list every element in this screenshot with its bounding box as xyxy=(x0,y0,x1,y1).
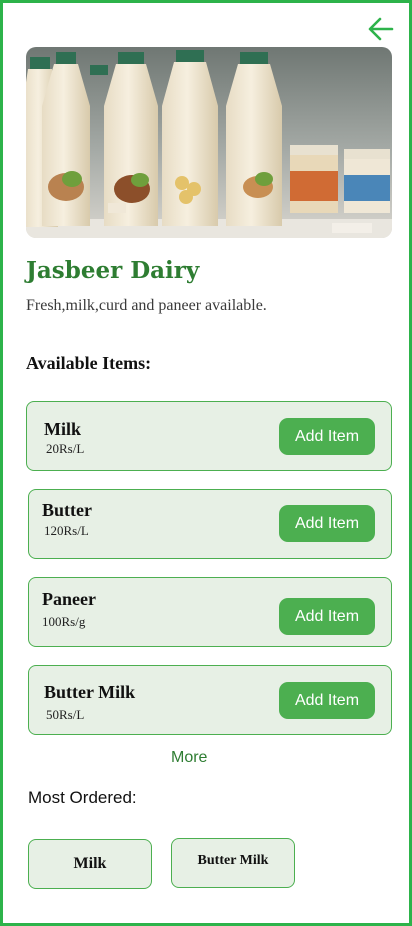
item-card-butter-milk: Butter Milk 50Rs/L Add Item xyxy=(28,665,392,735)
arrow-left-icon xyxy=(368,17,394,41)
shop-name: Jasbeer Dairy xyxy=(26,257,200,284)
more-link[interactable]: More xyxy=(171,749,207,767)
add-item-button[interactable]: Add Item xyxy=(279,418,375,455)
item-name: Butter Milk xyxy=(44,682,136,702)
item-card-milk: Milk 20Rs/L Add Item xyxy=(26,401,392,471)
most-ordered-chip-butter-milk[interactable]: Butter Milk xyxy=(171,838,295,888)
shop-hero-image xyxy=(26,47,392,238)
add-item-button[interactable]: Add Item xyxy=(279,505,375,542)
add-item-button[interactable]: Add Item xyxy=(279,682,375,719)
back-button[interactable] xyxy=(365,15,397,43)
item-name: Milk xyxy=(44,419,82,439)
shop-description: Fresh,milk,curd and paneer available. xyxy=(26,297,267,314)
item-price: 100Rs/g xyxy=(42,614,86,629)
item-card-paneer: Paneer 100Rs/g Add Item xyxy=(28,577,392,647)
most-ordered-chip-milk[interactable]: Milk xyxy=(28,839,152,889)
app-frame: Jasbeer Dairy Fresh,milk,curd and paneer… xyxy=(0,0,412,926)
item-price: 20Rs/L xyxy=(46,441,85,456)
item-price: 50Rs/L xyxy=(46,707,85,722)
item-card-butter: Butter 120Rs/L Add Item xyxy=(28,489,392,559)
available-items-heading: Available Items: xyxy=(26,353,152,373)
item-name: Butter xyxy=(42,500,92,520)
item-price: 120Rs/L xyxy=(44,523,89,538)
most-ordered-heading: Most Ordered: xyxy=(28,788,137,807)
item-name: Paneer xyxy=(42,589,96,609)
add-item-button[interactable]: Add Item xyxy=(279,598,375,635)
